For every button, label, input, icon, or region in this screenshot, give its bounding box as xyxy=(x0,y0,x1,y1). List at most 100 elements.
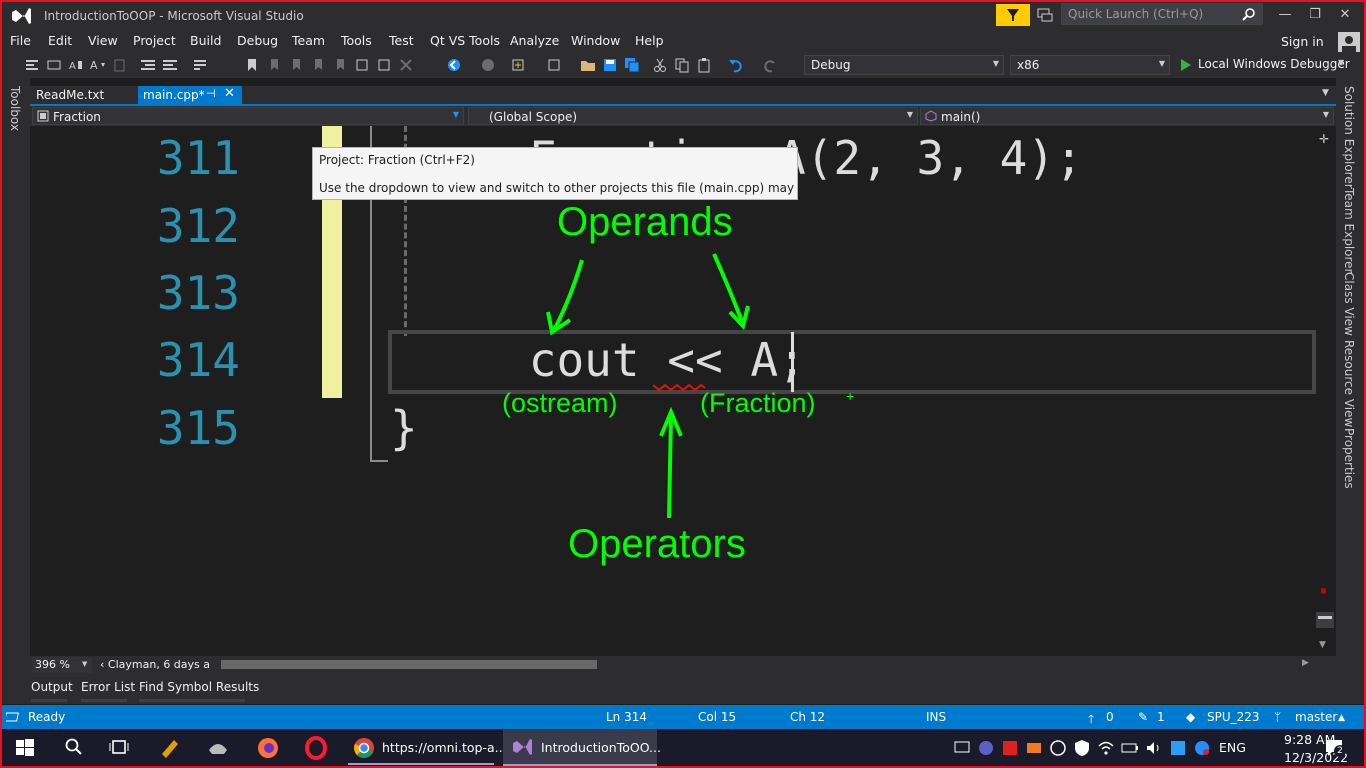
feedback-icon[interactable] xyxy=(1036,6,1054,24)
scroll-right-icon[interactable]: ▶ xyxy=(1302,658,1309,668)
tab-readme[interactable]: ReadMe.txt xyxy=(30,86,136,104)
redo-icon[interactable] xyxy=(762,57,778,73)
delete-bookmark-icon[interactable] xyxy=(398,57,414,73)
restore-button[interactable]: ❐ xyxy=(1300,4,1330,26)
split-handle-icon[interactable]: ✛ xyxy=(1319,132,1329,146)
menu-tools[interactable]: Tools xyxy=(341,33,372,48)
close-button[interactable]: ✕ xyxy=(1330,4,1360,26)
format-icon[interactable] xyxy=(24,57,40,73)
status-repository[interactable]: SPU_223 xyxy=(1207,710,1260,724)
opera-icon[interactable] xyxy=(304,736,330,760)
clear-bookmarks-icon[interactable] xyxy=(332,57,348,73)
menu-window[interactable]: Window xyxy=(571,33,620,48)
wifi-icon[interactable] xyxy=(1097,739,1115,757)
tray-teams-icon[interactable] xyxy=(977,739,995,757)
debugger-dropdown-icon[interactable]: ▼ xyxy=(1338,58,1344,67)
outdent-icon[interactable] xyxy=(140,57,156,73)
tab-find-symbol-results[interactable]: Find Symbol Results xyxy=(139,680,259,694)
search-icon[interactable] xyxy=(1242,7,1256,21)
minimize-button[interactable]: — xyxy=(1270,4,1300,26)
bookmark-window-icon[interactable] xyxy=(376,57,392,73)
pin-icon[interactable]: ⊣ xyxy=(206,87,216,100)
tab-output[interactable]: Output xyxy=(31,680,73,694)
tray-network-guard-icon[interactable] xyxy=(1049,739,1067,757)
toggle-bookmark-icon[interactable] xyxy=(354,57,370,73)
font-size-icon[interactable]: A xyxy=(90,57,106,73)
save-icon[interactable] xyxy=(602,57,618,73)
menu-test[interactable]: Test xyxy=(389,33,414,48)
tray-anydesk-icon[interactable] xyxy=(1001,739,1019,757)
menu-file[interactable]: File xyxy=(10,33,31,48)
status-insert-mode[interactable]: INS xyxy=(926,710,946,724)
menu-team[interactable]: Team xyxy=(292,33,325,48)
platform-select[interactable]: x86 ▼ xyxy=(1010,55,1170,75)
menu-view[interactable]: View xyxy=(88,33,118,48)
spell-icon[interactable]: A xyxy=(68,57,84,73)
tray-app-icon[interactable] xyxy=(1025,739,1043,757)
member-select[interactable]: main() ▼ xyxy=(920,107,1334,125)
wrap-icon[interactable] xyxy=(192,57,208,73)
tray-red-app-icon[interactable] xyxy=(1193,739,1211,757)
open-file-icon[interactable] xyxy=(580,57,596,73)
status-push-count[interactable]: 0 xyxy=(1106,710,1114,724)
close-icon[interactable]: ✕ xyxy=(224,86,235,101)
tray-blue-app-icon[interactable] xyxy=(1169,739,1187,757)
tab-main-cpp[interactable]: main.cpp* ⊣ ✕ xyxy=(138,86,242,104)
tab-error-list[interactable]: Error List xyxy=(81,680,135,694)
pinned-app-icon[interactable] xyxy=(158,736,184,760)
code-line-315[interactable]: } xyxy=(390,401,418,455)
new-project-icon[interactable] xyxy=(510,57,526,73)
account-icon[interactable] xyxy=(1338,32,1360,54)
battery-icon[interactable] xyxy=(1121,739,1139,757)
navigate-forward-icon[interactable] xyxy=(480,57,496,73)
menu-debug[interactable]: Debug xyxy=(237,33,278,48)
scroll-down-icon[interactable]: ▼ xyxy=(1319,640,1326,650)
add-item-icon[interactable] xyxy=(546,57,562,73)
menu-analyze[interactable]: Analyze xyxy=(510,33,559,48)
status-edit-count[interactable]: 1 xyxy=(1157,710,1165,724)
tray-chat-icon[interactable] xyxy=(953,739,971,757)
scrollbar-thumb[interactable] xyxy=(1316,612,1334,628)
visual-studio-logo-icon[interactable] xyxy=(10,6,32,26)
configuration-select[interactable]: Debug ▼ xyxy=(804,55,1004,75)
firefox-icon[interactable] xyxy=(256,736,282,760)
class-view-tab[interactable]: Class View xyxy=(1342,272,1356,336)
status-char[interactable]: Ch 12 xyxy=(790,710,825,724)
solution-explorer-tab[interactable]: Solution Explorer xyxy=(1342,86,1356,189)
task-view-icon[interactable] xyxy=(108,736,134,760)
bookmark-icon[interactable] xyxy=(244,57,260,73)
volume-icon[interactable] xyxy=(1145,739,1163,757)
git-blame-info[interactable]: ‹ Clayman, 6 days a xyxy=(100,658,210,671)
indent-icon[interactable] xyxy=(162,57,178,73)
bookmark-folder-icon[interactable] xyxy=(310,57,326,73)
prev-bookmark-icon[interactable] xyxy=(266,57,282,73)
horizontal-scrollbar-thumb[interactable] xyxy=(221,660,597,669)
tray-security-icon[interactable] xyxy=(1073,739,1091,757)
search-icon[interactable] xyxy=(62,736,88,760)
status-line[interactable]: Ln 314 xyxy=(606,710,647,724)
windows-start-icon[interactable] xyxy=(14,736,40,760)
navigate-back-icon[interactable] xyxy=(446,57,462,73)
copy-icon[interactable] xyxy=(674,57,690,73)
next-bookmark-icon[interactable] xyxy=(288,57,304,73)
save-all-icon[interactable] xyxy=(624,57,640,73)
notification-center-icon[interactable]: 2 xyxy=(1324,738,1346,758)
copy-format-icon[interactable] xyxy=(112,57,128,73)
tab-overflow-icon[interactable]: ▼ xyxy=(1322,88,1329,98)
status-branch[interactable]: master xyxy=(1295,710,1337,724)
team-explorer-tab[interactable]: Team Explorer xyxy=(1342,188,1356,274)
resource-view-tab[interactable]: Resource View xyxy=(1342,340,1356,427)
toolbox-tab[interactable]: Toolbox xyxy=(8,86,22,131)
undo-icon[interactable] xyxy=(728,57,744,73)
vertical-scrollbar[interactable] xyxy=(1316,126,1334,656)
visual-studio-taskbar-button[interactable]: IntroductionToOO... xyxy=(503,729,661,766)
properties-tab[interactable]: Properties xyxy=(1342,428,1356,489)
menu-build[interactable]: Build xyxy=(190,33,221,48)
input-language[interactable]: ENG xyxy=(1219,740,1246,755)
helmet-app-icon[interactable] xyxy=(206,736,232,760)
menu-project[interactable]: Project xyxy=(133,33,176,48)
sign-in-link[interactable]: Sign in xyxy=(1281,34,1324,49)
menu-edit[interactable]: Edit xyxy=(48,33,72,48)
quick-launch-input[interactable]: Quick Launch (Ctrl+Q) xyxy=(1061,3,1263,25)
filter-icon[interactable] xyxy=(996,4,1030,26)
